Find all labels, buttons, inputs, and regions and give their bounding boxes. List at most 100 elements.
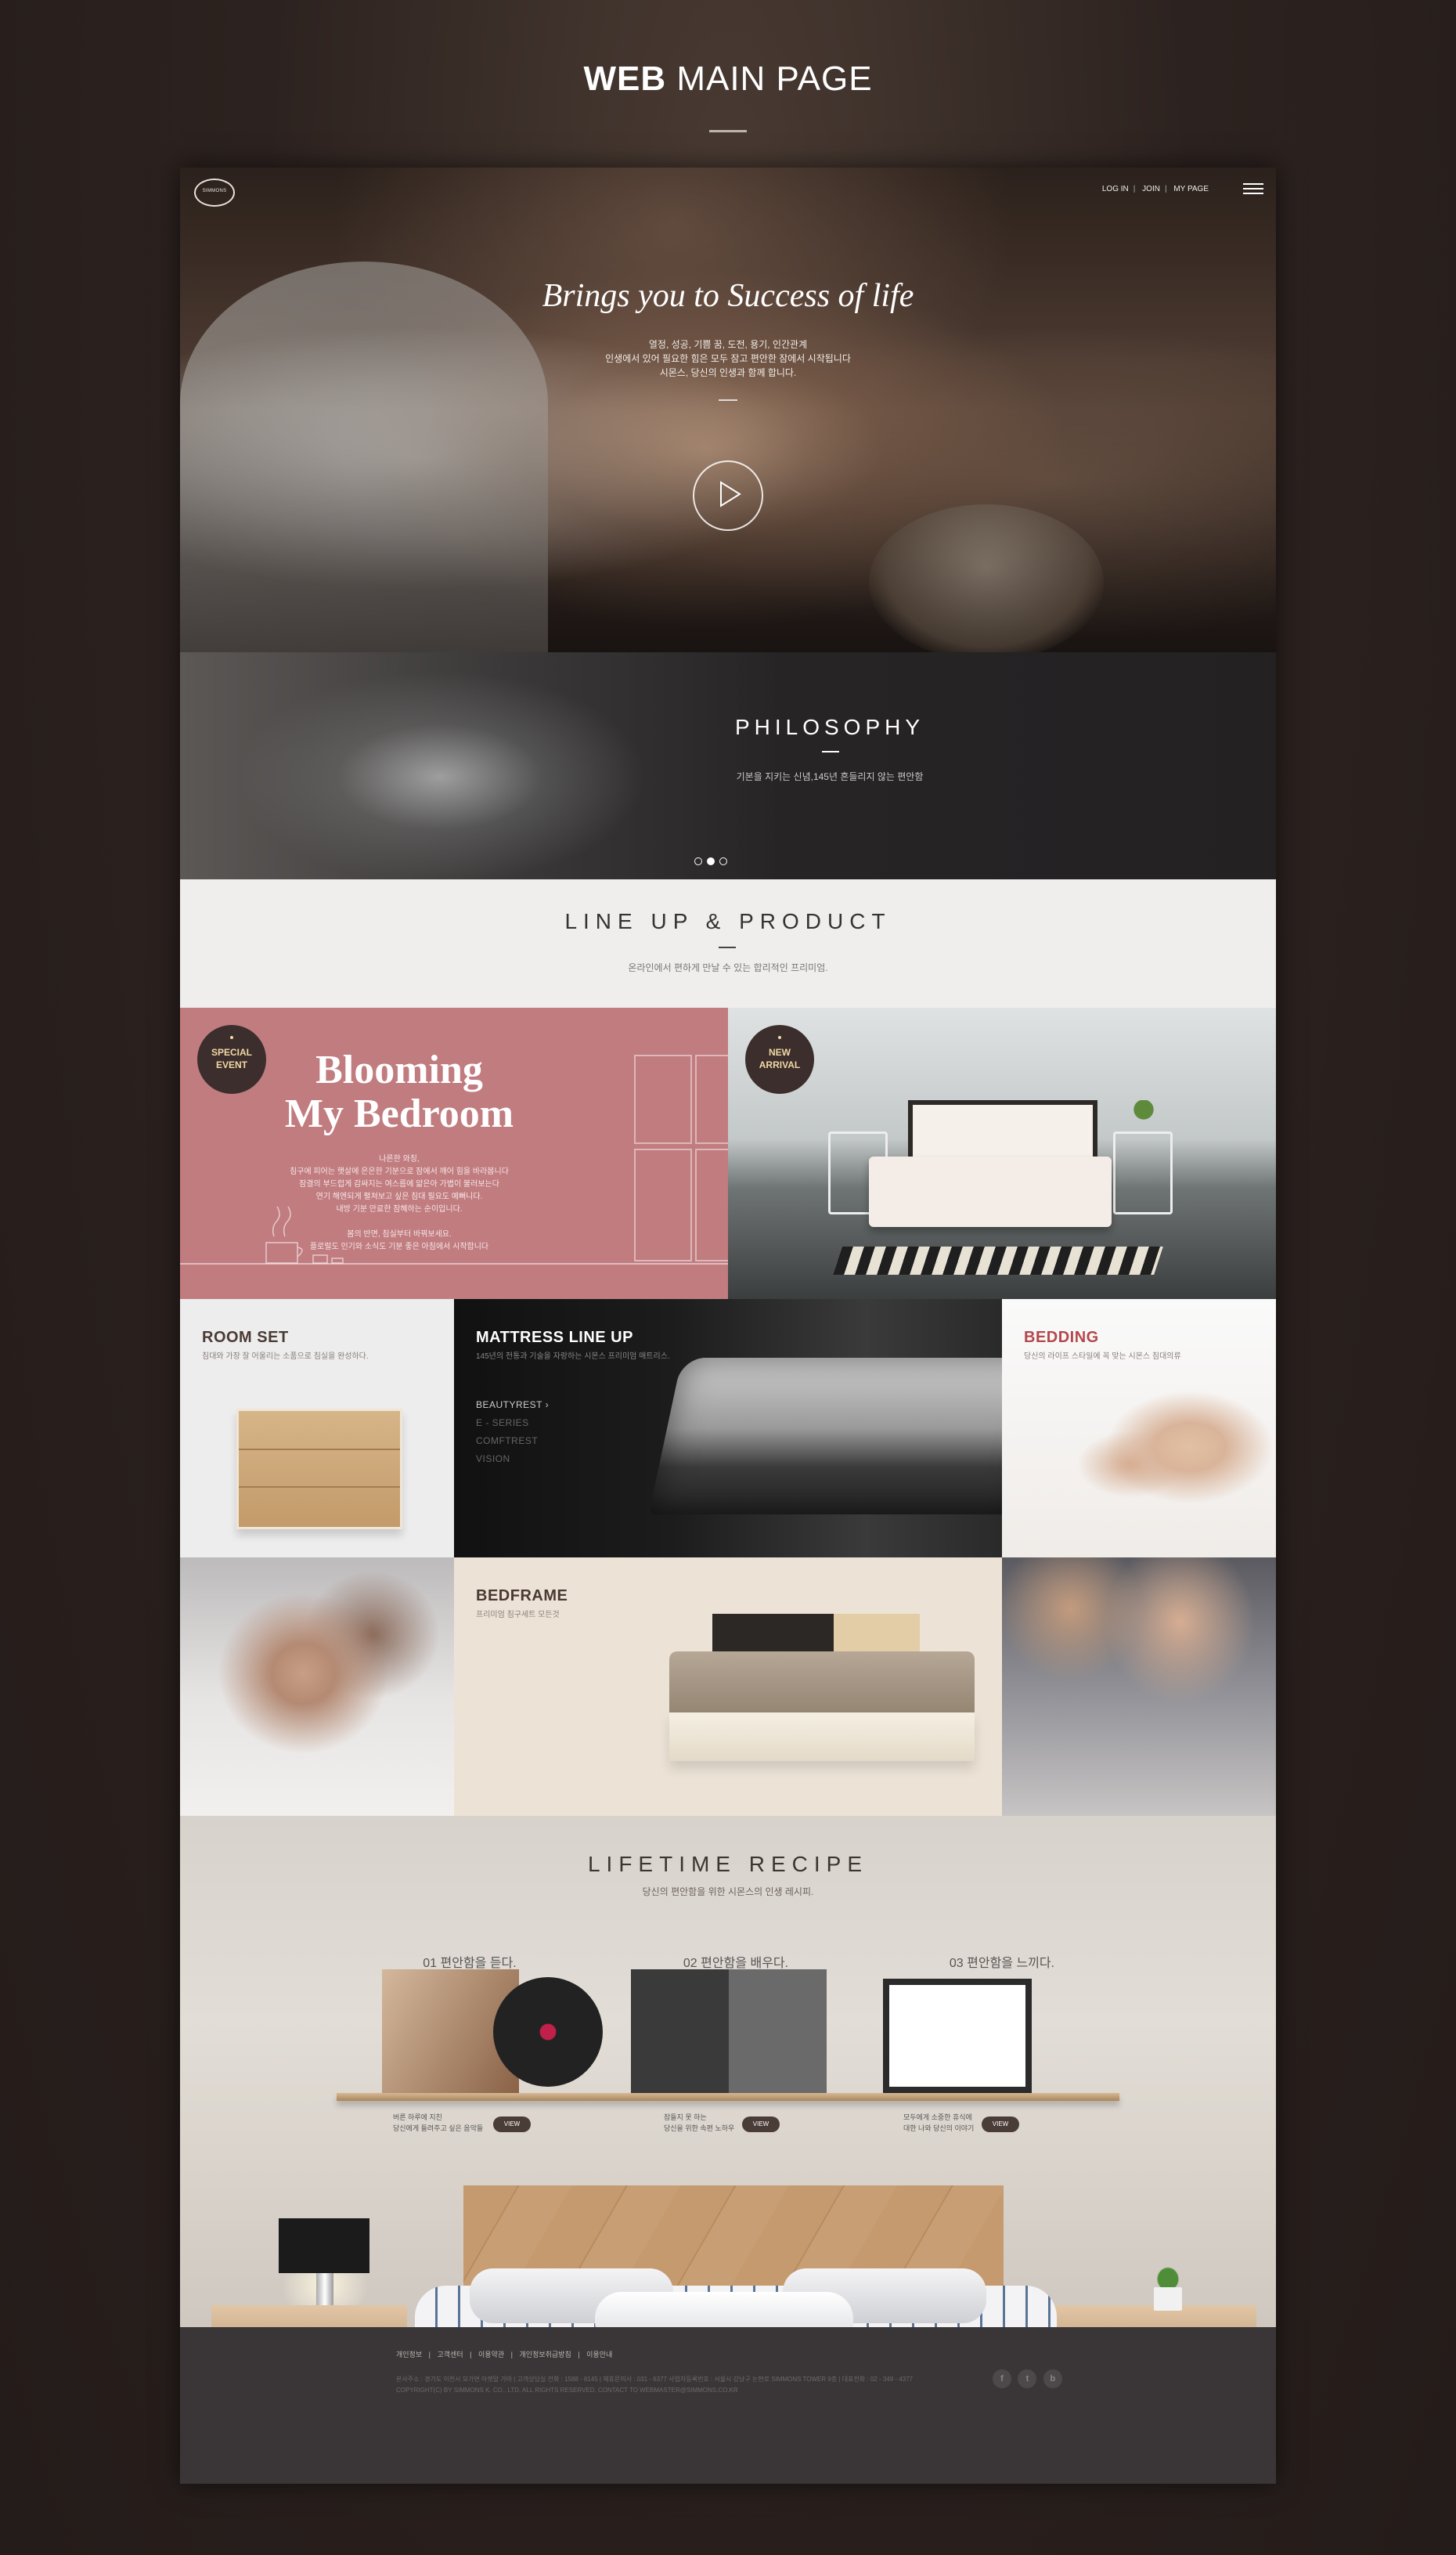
philosophy-banner: PHILOSOPHY 기본을 지키는 신념,145년 흔들리지 않는 편안함 — [180, 652, 1276, 879]
roomset-subtitle: 침대와 가장 잘 어울리는 소품으로 침실을 완성하다. — [202, 1352, 369, 1361]
blooming-text-line: 잠결의 부드럽게 감싸지는 여스름에 얇은아 가볍이 불러보는다 — [299, 1180, 499, 1189]
mother-child-photo — [1049, 1370, 1276, 1542]
mattress-item-beautyrest[interactable]: BEAUTYREST › — [476, 1396, 549, 1414]
mattress-item-comftrest[interactable]: COMFTREST — [476, 1432, 549, 1450]
recipe-step-title: 01 편안함을 듣다. — [423, 1957, 517, 1970]
footer-info: 본사주소 : 경기도 이천시 모가면 아랫말 가마 | 고객상담실 전화 : 1… — [396, 2374, 975, 2396]
footer-link-support[interactable]: 고객센터 — [438, 2351, 463, 2358]
new-arrival-banner[interactable]: NEW ARRIVAL — [728, 1008, 1276, 1299]
lineup-divider — [719, 947, 736, 948]
mattress-list: BEAUTYREST › E - SERIES COMFTREST VISION — [476, 1396, 549, 1468]
mattress-lineup-card[interactable]: MATTRESS LINE UP 145년의 전통과 기술을 자랑하는 시몬스 … — [454, 1299, 1002, 1557]
recipe-step-desc: 모두에게 소중한 휴식에 대한 나와 당신의 이야기 — [903, 2112, 974, 2134]
desc-line: 당신에게 들려주고 싶은 음악들 — [393, 2124, 484, 2132]
desc-line: 버른 하루에 지친 — [393, 2113, 442, 2121]
footer-separator: | — [578, 2351, 580, 2358]
view-button[interactable]: VIEW — [493, 2117, 531, 2132]
top-links: LOG IN | JOIN | MY PAGE — [1097, 185, 1213, 193]
website-frame: SIMMONS LOG IN | JOIN | MY PAGE Brings you… — [180, 168, 1276, 2484]
blooming-event-banner[interactable]: SPECIAL EVENT Blooming My Bedroom 나른한 와칭… — [180, 1008, 728, 1299]
lineup-title: LINE UP & PRODUCT — [564, 909, 892, 933]
bedding-subtitle: 당신의 라이프 스타일에 꼭 맞는 시몬스 침대의류 — [1024, 1352, 1181, 1361]
bedframe-mattress — [669, 1651, 975, 1714]
family-sleeping-photo — [180, 1557, 454, 1816]
bedding-card[interactable]: BEDDING 당신의 라이프 스타일에 꼭 맞는 시몬스 침대의류 — [1002, 1299, 1276, 1557]
recipe-subtitle: 당신의 편안함을 위한 시몬스의 인생 레시피. — [642, 1886, 814, 1897]
bedding-title: BEDDING — [1024, 1329, 1099, 1346]
potted-plant — [1144, 2262, 1191, 2311]
nightstand-left — [211, 2305, 407, 2327]
hero-title: Brings you to Success of life — [542, 278, 914, 314]
slider-dots — [692, 855, 730, 869]
recipe-title: LIFETIME RECIPE — [587, 1852, 869, 1876]
bedframe-title: BEDFRAME — [476, 1587, 568, 1604]
hero-subtitle-line: 열정, 성공, 기쁨 꿈, 도전, 용기, 인간관계 — [648, 339, 808, 350]
link-separator: | — [1164, 185, 1167, 193]
desc-line: 당신을 위한 속편 노하우 — [664, 2124, 735, 2132]
slider-dot[interactable] — [694, 857, 702, 865]
view-button[interactable]: VIEW — [742, 2117, 780, 2132]
link-separator: | — [1133, 185, 1136, 193]
mattress-title: MATTRESS LINE UP — [476, 1329, 633, 1346]
social-links: f t b — [993, 2369, 1065, 2388]
view-button[interactable]: VIEW — [982, 2117, 1019, 2132]
slider-dot-active[interactable] — [707, 857, 715, 865]
twitter-icon[interactable]: t — [1018, 2369, 1037, 2388]
slider-dot[interactable] — [719, 857, 727, 865]
footer-separator: | — [510, 2351, 513, 2358]
footer-link-guide[interactable]: 이용안내 — [586, 2351, 612, 2358]
lamp-base — [316, 2273, 333, 2306]
mypage-link[interactable]: MY PAGE — [1173, 185, 1209, 193]
hero-subtitle-line: 인생에서 있어 필요한 힘은 모두 잠고 편안한 잠에서 시작됩니다 — [605, 353, 851, 364]
roomset-card[interactable]: ROOM SET 침대와 가장 잘 어울리는 소품으로 침실을 완성하다. — [180, 1299, 454, 1557]
blooming-title-line: My Bedroom — [284, 1092, 514, 1136]
badge-line: ARRIVAL — [759, 1059, 801, 1070]
lineup-subtitle: 온라인에서 편하게 만날 수 있는 합리적인 프리미엄. — [628, 962, 828, 973]
desc-line: 대한 나와 당신의 이야기 — [903, 2124, 975, 2132]
hero-divider — [719, 399, 737, 401]
footer-link-privacy[interactable]: 개인정보 — [396, 2351, 422, 2358]
hamburger-menu-icon[interactable] — [1243, 180, 1263, 197]
bedframe-base — [669, 1712, 975, 1761]
footer-links: 개인정보 | 고객센터 | 이용약관 | 개인정보취급방침 | 이용안내 — [396, 2349, 617, 2359]
wall-panel-decoration — [695, 1149, 728, 1261]
blog-icon[interactable]: b — [1043, 2369, 1062, 2388]
hero-banner: SIMMONS LOG IN | JOIN | MY PAGE Brings you… — [180, 168, 1276, 669]
bed-image — [869, 1157, 1112, 1227]
badge-line: EVENT — [215, 1059, 247, 1070]
footer-link-privacy-policy[interactable]: 개인정보취급방침 — [520, 2351, 571, 2358]
badge-line: NEW — [769, 1047, 791, 1058]
blooming-title-line: Blooming — [315, 1048, 483, 1092]
wall-panel-decoration — [634, 1149, 692, 1261]
hero-subtitle-line: 시몬스, 당신의 인생과 함께 합니다. — [659, 367, 797, 378]
lifetime-recipe-section: LIFETIME RECIPE 당신의 편안함을 위한 시몬스의 인생 레시피.… — [180, 1816, 1276, 2327]
page-heading: WEB MAIN PAGE — [0, 60, 1456, 99]
mattress-item-eseries[interactable]: E - SERIES — [476, 1414, 549, 1432]
recipe-step-desc: 버른 하루에 지친 당신에게 들려주고 싶은 음악들 — [393, 2112, 483, 2134]
philosophy-hands-image — [243, 652, 681, 879]
lineup-section: LINE UP & PRODUCT 온라인에서 편하게 만날 수 있는 합리적인… — [180, 879, 1276, 1008]
badge-dot — [778, 1036, 781, 1039]
recipe-step-title: 03 편안함을 느끼다. — [949, 1957, 1055, 1970]
plant-decoration — [1133, 1100, 1154, 1131]
bed-headboard — [908, 1100, 1097, 1163]
facebook-icon[interactable]: f — [993, 2369, 1011, 2388]
login-link[interactable]: LOG IN — [1102, 185, 1129, 193]
footer-separator: | — [428, 2351, 431, 2358]
bedframe-card[interactable]: BEDFRAME 프리미엄 침구세트 모든것 — [454, 1557, 1002, 1816]
desc-line: 잠들지 못 하는 — [664, 2113, 707, 2121]
dresser-image — [236, 1409, 402, 1529]
lamp-shade — [279, 2218, 369, 2273]
blooming-text-line: 침구에 피어는 햇살에 은은한 기분으로 잠에서 깨어 힘을 바라봅니다 — [290, 1167, 509, 1176]
play-button[interactable] — [693, 460, 763, 531]
badge-line: SPECIAL — [211, 1047, 252, 1058]
teacup-illustration — [265, 1206, 344, 1264]
logo[interactable]: SIMMONS — [194, 179, 235, 207]
vinyl-record-image — [493, 1977, 603, 2087]
mother-kid-phone-photo — [1002, 1557, 1276, 1816]
blooming-title: Blooming My Bedroom — [266, 1048, 532, 1136]
page-heading-light: MAIN PAGE — [676, 60, 873, 98]
join-link[interactable]: JOIN — [1142, 185, 1160, 193]
footer-link-terms[interactable]: 이용약관 — [478, 2351, 504, 2358]
mattress-item-vision[interactable]: VISION — [476, 1450, 549, 1468]
